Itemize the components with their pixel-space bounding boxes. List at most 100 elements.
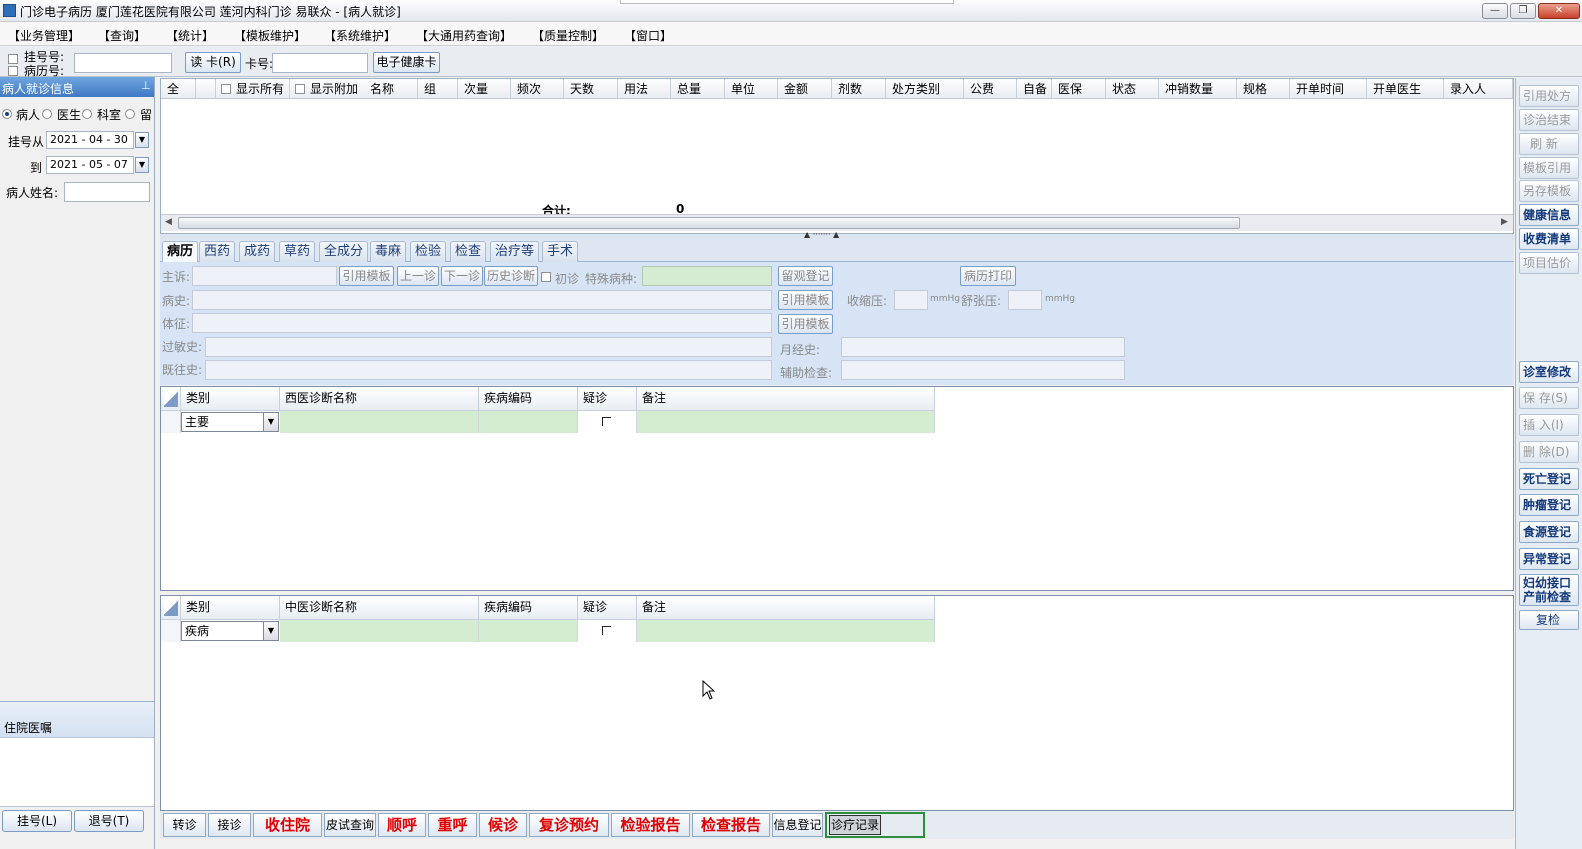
foodborne-register-button[interactable]: 食源登记 [1519,521,1579,543]
menu-drug-query[interactable]: 【大通用药查询】 [416,27,512,44]
col-spec[interactable]: 规格 [1237,79,1290,99]
chinese-diag-name-cell[interactable] [280,620,479,642]
col-order-time[interactable]: 开单时间 [1290,79,1367,99]
follow-up-appointment-button[interactable]: 复诊预约 [529,813,609,837]
col-entered-by[interactable]: 录入人 [1444,79,1513,99]
chinese-col-disease-code[interactable]: 疾病编码 [479,596,578,620]
western-col-remarks[interactable]: 备注 [637,387,935,411]
ehealth-card-button[interactable]: 电子健康卡 [373,52,440,73]
menu-query[interactable]: 【查询】 [98,27,146,44]
call-next-button[interactable]: 顺呼 [378,813,426,837]
chief-complaint-input[interactable] [192,266,337,286]
scroll-left-icon[interactable]: ◀ [165,217,172,227]
tab-lab-test[interactable]: 检验 [410,241,447,262]
register-button[interactable]: 挂号(L) [2,810,72,832]
restore-button[interactable]: ❐ [1510,3,1536,19]
tab-western-medicine[interactable]: 西药 [199,241,236,262]
menu-business[interactable]: 【业务管理】 [8,27,80,44]
health-info-button[interactable]: 健康信息 [1519,204,1579,226]
chinese-col-diag-name[interactable]: 中医诊断名称 [280,596,479,620]
tab-herbal[interactable]: 草药 [279,241,316,262]
col-doses[interactable]: 剂数 [832,79,886,99]
col-total[interactable]: 总量 [671,79,725,99]
next-visit-button[interactable]: 下一诊 [441,266,483,286]
splitter-up-icon[interactable]: ▲ ······· ▲ [804,230,839,239]
date-to-dropdown-icon[interactable]: ▼ [135,157,149,173]
info-register-button[interactable]: 信息登记 [772,813,823,837]
patient-name-input[interactable] [64,182,150,202]
col-days[interactable]: 天数 [564,79,618,99]
chinese-category-combo[interactable]: 疾病 ▼ [181,621,279,641]
allergy-input[interactable] [205,337,772,357]
systolic-input[interactable] [894,290,928,310]
save-button[interactable]: 保 存(S) [1519,387,1579,409]
fee-list-button[interactable]: 收费清单 [1519,228,1579,250]
pin-icon[interactable]: ⊥ [141,79,151,92]
save-as-template-button[interactable]: 另存模板 [1519,180,1579,202]
recheck-button[interactable]: 复检 [1519,610,1579,630]
diastolic-input[interactable] [1008,290,1042,310]
abnormal-register-button[interactable]: 异常登记 [1519,548,1579,570]
col-insurance[interactable]: 医保 [1052,79,1106,99]
observation-register-button[interactable]: 留观登记 [778,266,833,286]
cite-template-button-1[interactable]: 引用模板 [339,266,394,286]
chinese-grid-corner[interactable] [161,596,181,620]
close-button[interactable]: ✕ [1538,3,1580,19]
cancel-register-button[interactable]: 退号(T) [74,810,144,832]
insert-button[interactable]: 插 入(I) [1519,414,1579,436]
cite-prescription-button[interactable]: 引用处方 [1519,85,1579,107]
col-show-all[interactable]: 显示所有 [216,79,290,99]
radio-doctor[interactable] [42,109,52,119]
chinese-col-suspected[interactable]: 疑诊 [578,596,637,620]
col-self[interactable]: 自备 [1017,79,1052,99]
tab-examination[interactable]: 检查 [450,241,487,262]
tab-treatment[interactable]: 治疗等 [490,241,540,262]
date-from-input[interactable]: 2021 - 04 - 30 [46,131,134,149]
western-suspected-checkbox[interactable] [602,417,611,426]
death-register-button[interactable]: 死亡登记 [1519,468,1579,490]
card-no-input[interactable] [272,53,368,73]
history-input[interactable] [192,290,772,310]
treatment-record-button[interactable]: 诊疗记录 [829,815,881,835]
western-suspected-cell[interactable] [578,411,637,433]
chinese-col-remarks[interactable]: 备注 [637,596,935,620]
col-usage[interactable]: 用法 [618,79,671,99]
referral-button[interactable]: 转诊 [163,813,206,837]
admit-hospital-button[interactable]: 收住院 [253,813,322,837]
date-to-input[interactable]: 2021 - 05 - 07 [46,156,134,174]
signs-input[interactable] [192,313,772,333]
waiting-button[interactable]: 候诊 [479,813,527,837]
template-cite-button[interactable]: 模板引用 [1519,157,1579,179]
tab-medical-record[interactable]: 病历 [162,241,199,263]
read-card-button[interactable]: 读 卡(R) [185,52,241,73]
scroll-right-icon[interactable]: ▶ [1501,217,1508,227]
chinese-col-category[interactable]: 类别 [181,596,280,620]
show-extra-checkbox[interactable] [295,84,305,94]
western-category-dropdown-icon[interactable]: ▼ [263,413,278,431]
tab-full-components[interactable]: 全成分 [319,241,369,262]
reg-no-checkbox[interactable] [8,54,18,64]
col-order-doctor[interactable]: 开单医生 [1367,79,1444,99]
menstrual-input[interactable] [841,337,1125,357]
radio-department[interactable] [82,109,92,119]
western-col-category[interactable]: 类别 [181,387,280,411]
special-disease-input[interactable] [642,266,772,286]
first-visit-checkbox[interactable] [541,272,551,282]
western-disease-code-cell[interactable] [479,411,578,433]
maternal-child-button[interactable]: 妇幼接口 产前检查 [1519,574,1579,606]
western-grid-corner[interactable] [161,387,181,411]
refresh-button[interactable]: 刷 新 [1519,133,1579,155]
finish-treatment-button[interactable]: 诊治结束 [1519,109,1579,131]
col-frequency[interactable]: 频次 [511,79,564,99]
record-no-checkbox[interactable] [8,66,18,76]
menu-template[interactable]: 【模板维护】 [234,27,306,44]
tumor-register-button[interactable]: 肿瘤登记 [1519,494,1579,516]
col-amount[interactable]: 金额 [778,79,832,99]
col-rx-type[interactable]: 处方类别 [886,79,964,99]
western-category-combo[interactable]: 主要 ▼ [181,412,279,432]
past-history-input[interactable] [205,360,772,380]
aux-exam-input[interactable] [841,360,1125,380]
chinese-remarks-cell[interactable] [637,620,935,642]
menu-system[interactable]: 【系统维护】 [324,27,396,44]
col-status[interactable]: 状态 [1106,79,1159,99]
